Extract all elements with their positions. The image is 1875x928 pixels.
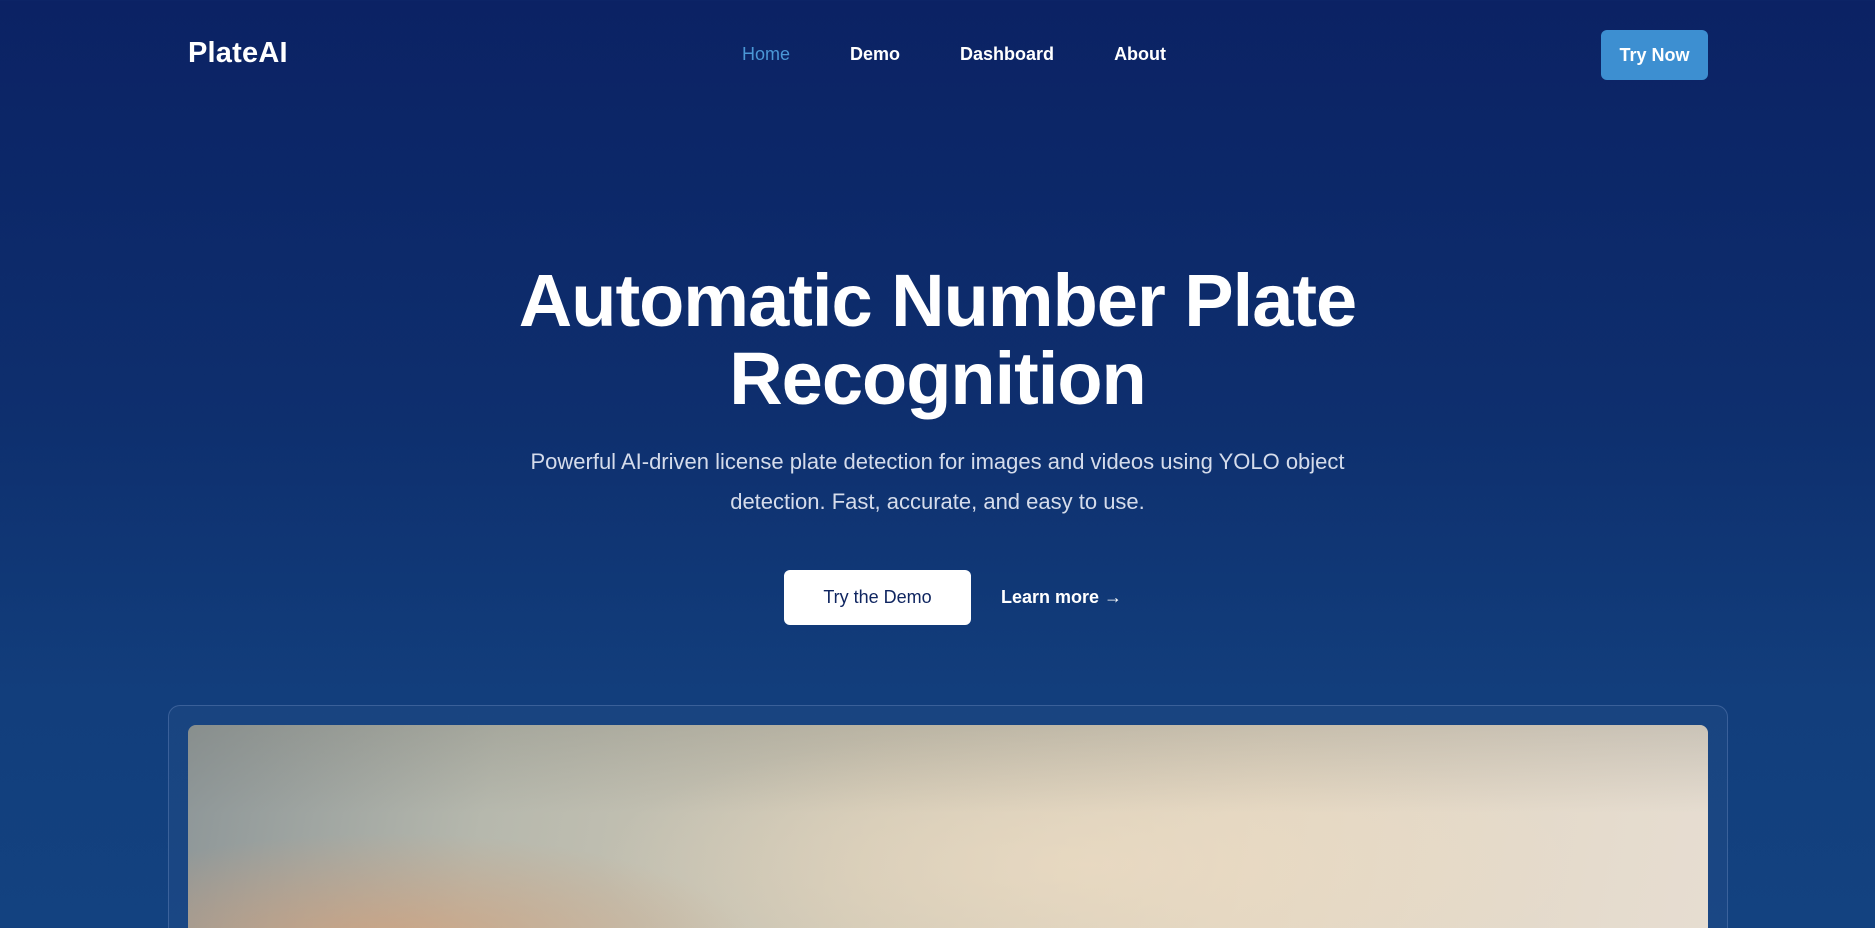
hero-actions: Try the Demo Learn more → [784, 570, 1122, 625]
try-now-button[interactable]: Try Now [1601, 30, 1708, 80]
hero-title-line-2: Recognition [729, 337, 1147, 420]
hero-subtitle-line-1: Powerful AI-driven license plate detecti… [530, 449, 1345, 474]
nav-link-demo[interactable]: Demo [850, 44, 900, 65]
learn-more-link[interactable]: Learn more → [1001, 587, 1122, 608]
preview-image [188, 725, 1708, 928]
hero-subtitle-line-2: detection. Fast, accurate, and easy to u… [730, 489, 1145, 514]
hero-subtitle: Powerful AI-driven license plate detecti… [520, 442, 1355, 522]
try-demo-button[interactable]: Try the Demo [784, 570, 971, 625]
hero-title: Automatic Number Plate Recognition [0, 262, 1875, 418]
site-header: PlateAI Home Demo Dashboard About Try No… [0, 0, 1875, 112]
nav-link-about[interactable]: About [1114, 44, 1166, 65]
nav-link-dashboard[interactable]: Dashboard [960, 44, 1054, 65]
hero-title-line-1: Automatic Number Plate [518, 259, 1357, 342]
brand-logo[interactable]: PlateAI [188, 37, 288, 70]
main-nav: Home Demo Dashboard About [742, 44, 1166, 65]
nav-link-home[interactable]: Home [742, 44, 790, 65]
